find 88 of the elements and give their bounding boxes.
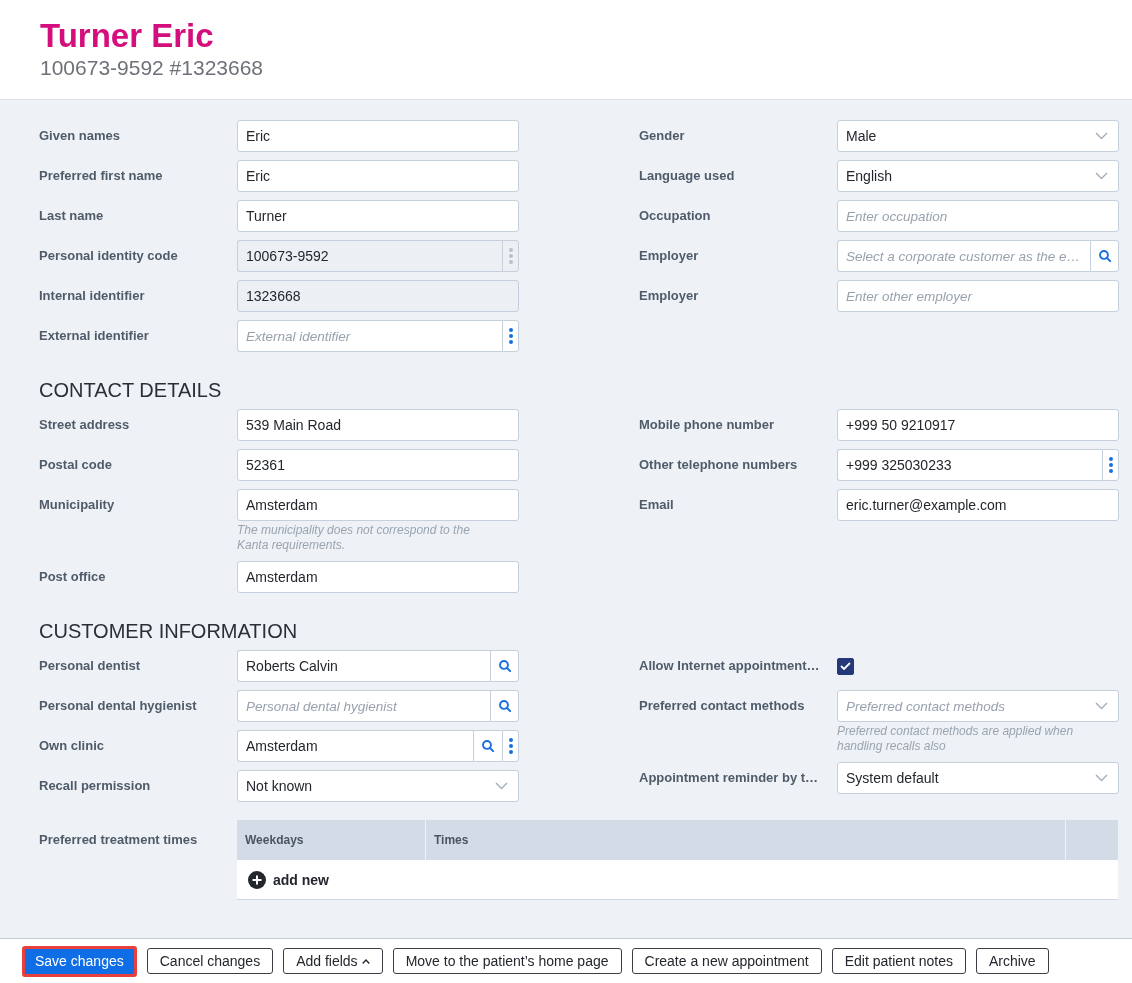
field-label: Internal identifier xyxy=(39,287,145,305)
field-label: Personal dental hygienist xyxy=(39,697,197,715)
input-field[interactable]: Enter other employer xyxy=(837,280,1119,312)
field-label: Allow Internet appointment… xyxy=(639,657,820,675)
input-field[interactable]: Personal dental hygienist xyxy=(237,690,490,722)
field-label: Municipality xyxy=(39,496,115,514)
patient-name: Turner Eric xyxy=(40,17,214,55)
chevron-down-icon xyxy=(1095,702,1108,710)
field-label: Preferred first name xyxy=(39,167,163,185)
search-button[interactable] xyxy=(490,650,519,682)
field-label: Mobile phone number xyxy=(639,416,775,434)
footer-button[interactable]: Save changes xyxy=(22,945,137,977)
field-label: Other telephone numbers xyxy=(639,456,798,474)
input-field[interactable]: 539 Main Road xyxy=(237,409,519,441)
dropdown-field[interactable]: System default xyxy=(837,762,1119,794)
footer-button[interactable]: Move to the patient’s home page xyxy=(392,948,622,974)
dropdown-field[interactable]: Male xyxy=(837,120,1119,152)
search-button[interactable] xyxy=(473,730,502,762)
chevron-down-icon xyxy=(1095,172,1108,180)
vertical-dots-icon xyxy=(1108,457,1113,473)
field-label: Gender xyxy=(639,127,685,145)
column-header: Weekdays xyxy=(244,832,305,849)
field-label: Language used xyxy=(639,167,735,185)
input-field[interactable]: 52361 xyxy=(237,449,519,481)
footer-button[interactable]: Archive xyxy=(975,948,1049,974)
add-new-button[interactable]: add new xyxy=(248,870,329,889)
search-button[interactable] xyxy=(490,690,519,722)
field-label: Appointment reminder by t… xyxy=(639,769,819,787)
field-label: Last name xyxy=(39,207,104,225)
field-label: Recall permission xyxy=(39,777,151,795)
search-icon xyxy=(498,700,511,712)
chevron-down-icon xyxy=(1095,774,1108,782)
input-field[interactable]: Eric xyxy=(237,120,519,152)
input-field[interactable]: External identifier xyxy=(237,320,502,352)
input-field[interactable]: eric.turner@example.com xyxy=(837,489,1119,521)
patient-identifier: 100673-9592 #1323668 xyxy=(40,55,264,81)
plus-circle-icon xyxy=(248,870,266,889)
search-button[interactable] xyxy=(1090,240,1119,272)
input-field[interactable]: Amsterdam xyxy=(237,489,519,521)
search-icon xyxy=(1098,250,1111,262)
more-button[interactable] xyxy=(502,320,519,352)
input-field[interactable]: Eric xyxy=(237,160,519,192)
input-field[interactable]: Select a corporate customer as the e… xyxy=(837,240,1090,272)
input-field[interactable]: Turner xyxy=(237,200,519,232)
input-field[interactable]: Roberts Calvin xyxy=(237,650,490,682)
field-label: Street address xyxy=(39,416,130,434)
field-label: Given names xyxy=(39,127,120,145)
footer-button[interactable]: Create a new appointment xyxy=(631,948,822,974)
input-field[interactable]: Enter occupation xyxy=(837,200,1119,232)
field-label: External identifier xyxy=(39,327,149,345)
dropdown-field[interactable]: English xyxy=(837,160,1119,192)
input-field[interactable]: 1323668 xyxy=(237,280,519,312)
vertical-dots-icon xyxy=(508,328,513,344)
field-label: Employer xyxy=(639,247,699,265)
input-field[interactable]: +999 325030233 xyxy=(837,449,1102,481)
field-label: Preferred contact methods xyxy=(639,697,805,715)
chevron-up-icon xyxy=(361,958,370,964)
vertical-dots-icon xyxy=(508,248,513,264)
vertical-dots-icon xyxy=(508,738,513,754)
hint-text: The municipality does not correspond to the Kanta requirements. xyxy=(237,523,471,553)
more-button[interactable] xyxy=(1102,449,1119,481)
chevron-down-icon xyxy=(1095,132,1108,140)
search-icon xyxy=(498,660,511,672)
field-label: Post office xyxy=(39,568,106,586)
field-label: Postal code xyxy=(39,456,112,474)
chevron-down-icon xyxy=(495,782,508,790)
footer-button[interactable]: Edit patient notes xyxy=(831,948,966,974)
field-label: Preferred treatment times xyxy=(39,831,198,849)
search-icon xyxy=(482,740,494,752)
hint-text: Preferred contact methods are applied when handling recalls also xyxy=(837,724,1075,754)
section-heading: CUSTOMER INFORMATION xyxy=(39,619,298,643)
field-label: Own clinic xyxy=(39,737,104,755)
input-field[interactable]: +999 50 9210917 xyxy=(837,409,1119,441)
field-label: Occupation xyxy=(639,207,711,225)
field-label: Personal dentist xyxy=(39,657,141,675)
footer-button[interactable]: Cancel changes xyxy=(146,948,274,974)
more-button[interactable] xyxy=(502,730,519,762)
checkbox[interactable] xyxy=(837,657,854,675)
checkmark-icon xyxy=(840,662,851,670)
input-field[interactable]: Amsterdam xyxy=(237,730,473,762)
section-heading: CONTACT DETAILS xyxy=(39,378,222,402)
field-label: Personal identity code xyxy=(39,247,178,265)
field-label: Employer xyxy=(639,287,699,305)
input-field[interactable]: 100673-9592 xyxy=(237,240,502,272)
dropdown-field[interactable]: Not known xyxy=(237,770,519,802)
input-field[interactable]: Amsterdam xyxy=(237,561,519,593)
field-label: Email xyxy=(639,496,674,514)
footer-button[interactable]: Add fields xyxy=(283,948,383,974)
